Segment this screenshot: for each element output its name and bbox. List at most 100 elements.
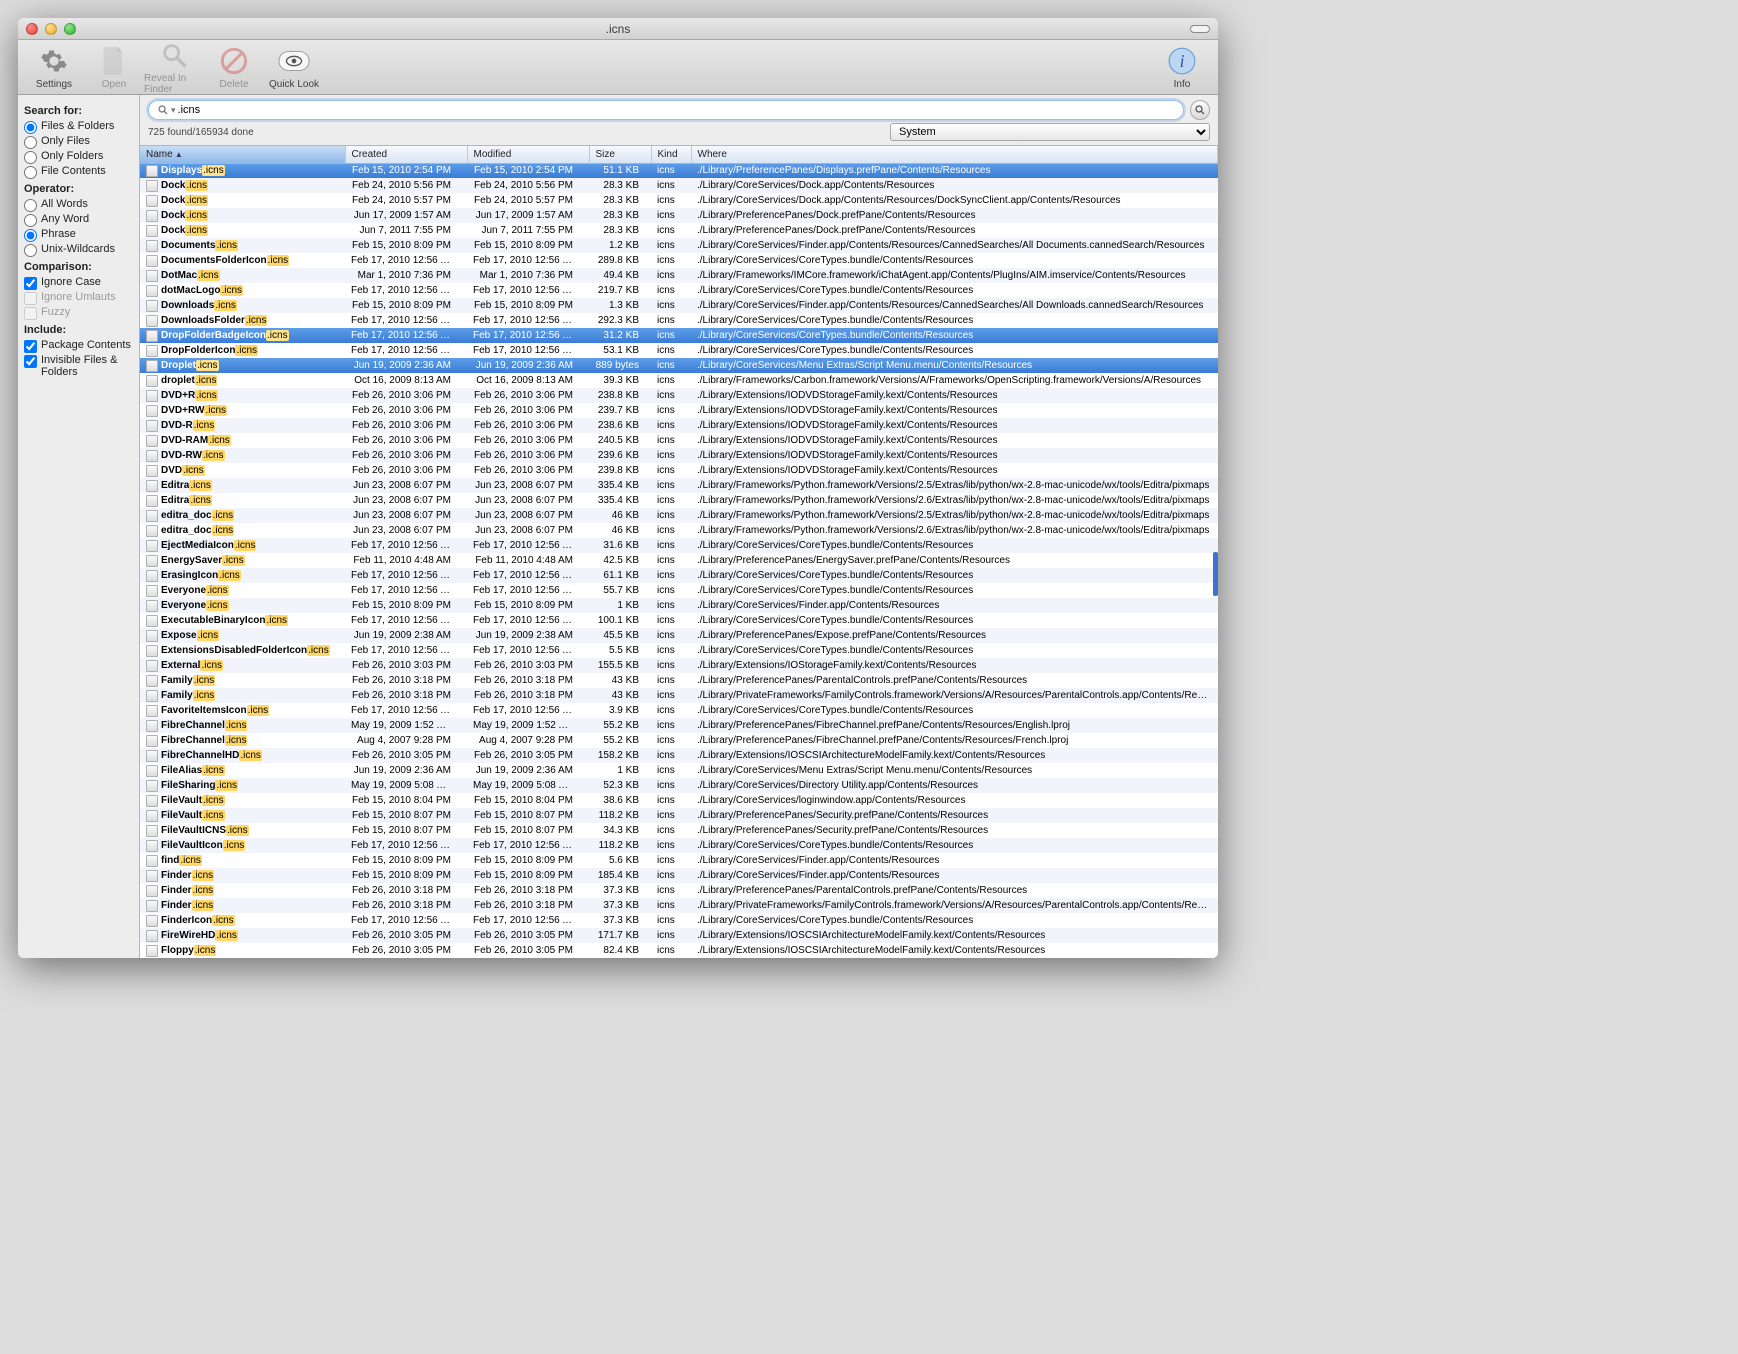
reveal-button[interactable]: Reveal In Finder <box>144 39 204 95</box>
table-row[interactable]: Everyone.icnsFeb 15, 2010 8:09 PMFeb 15,… <box>140 598 1218 613</box>
table-row[interactable]: FibreChannel.icnsMay 19, 2009 1:52 AMMay… <box>140 718 1218 733</box>
results-scroll[interactable]: Name Created Modified Size Kind Where Di… <box>140 146 1218 958</box>
toolbar-toggle-button[interactable] <box>1190 25 1210 33</box>
opt-any-word[interactable]: Any Word <box>24 213 133 227</box>
table-row[interactable]: DVD-RW.icnsFeb 26, 2010 3:06 PMFeb 26, 2… <box>140 448 1218 463</box>
quicklook-button[interactable]: Quick Look <box>264 45 324 90</box>
table-row[interactable]: DownloadsFolder.icnsFeb 17, 2010 12:56 A… <box>140 313 1218 328</box>
table-row[interactable]: FileVault.icnsFeb 15, 2010 8:07 PMFeb 15… <box>140 808 1218 823</box>
modified-cell: Jun 17, 2009 1:57 AM <box>467 208 589 223</box>
table-row[interactable]: DVD+RW.icnsFeb 26, 2010 3:06 PMFeb 26, 2… <box>140 403 1218 418</box>
table-row[interactable]: External.icnsFeb 26, 2010 3:03 PMFeb 26,… <box>140 658 1218 673</box>
table-row[interactable]: FileVault.icnsFeb 15, 2010 8:04 PMFeb 15… <box>140 793 1218 808</box>
table-row[interactable]: Editra.icnsJun 23, 2008 6:07 PMJun 23, 2… <box>140 493 1218 508</box>
table-row[interactable]: FibreChannel.icnsAug 4, 2007 9:28 PMAug … <box>140 733 1218 748</box>
settings-button[interactable]: Settings <box>24 45 84 90</box>
file-name: Editra.icns <box>161 480 212 491</box>
file-name: droplet.icns <box>161 375 217 386</box>
opt-only-files[interactable]: Only Files <box>24 135 133 149</box>
minimize-window-button[interactable] <box>45 23 57 35</box>
modified-cell: Feb 24, 2010 5:56 PM <box>467 178 589 193</box>
chk-invisible[interactable]: Invisible Files & Folders <box>24 354 133 378</box>
col-name[interactable]: Name <box>140 146 345 163</box>
kind-cell: icns <box>651 388 691 403</box>
table-row[interactable]: Finder.icnsFeb 26, 2010 3:18 PMFeb 26, 2… <box>140 898 1218 913</box>
opt-file-contents[interactable]: File Contents <box>24 165 133 179</box>
table-row[interactable]: Documents.icnsFeb 15, 2010 8:09 PMFeb 15… <box>140 238 1218 253</box>
table-row[interactable]: Finder.icnsFeb 15, 2010 8:09 PMFeb 15, 2… <box>140 868 1218 883</box>
table-row[interactable]: Droplet.icnsJun 19, 2009 2:36 AMJun 19, … <box>140 358 1218 373</box>
table-row[interactable]: DVD-RAM.icnsFeb 26, 2010 3:06 PMFeb 26, … <box>140 433 1218 448</box>
scope-select[interactable]: System <box>890 123 1210 141</box>
table-row[interactable]: Finder.icnsFeb 26, 2010 3:18 PMFeb 26, 2… <box>140 883 1218 898</box>
table-row[interactable]: FileVaultICNS.icnsFeb 15, 2010 8:07 PMFe… <box>140 823 1218 838</box>
table-row[interactable]: DocumentsFolderIcon.icnsFeb 17, 2010 12:… <box>140 253 1218 268</box>
opt-all-words[interactable]: All Words <box>24 198 133 212</box>
table-row[interactable]: editra_doc.icnsJun 23, 2008 6:07 PMJun 2… <box>140 508 1218 523</box>
col-created[interactable]: Created <box>345 146 467 163</box>
table-row[interactable]: Dock.icnsFeb 24, 2010 5:56 PMFeb 24, 201… <box>140 178 1218 193</box>
table-row[interactable]: EjectMediaIcon.icnsFeb 17, 2010 12:56 AM… <box>140 538 1218 553</box>
table-row[interactable]: Dock.icnsJun 7, 2011 7:55 PMJun 7, 2011 … <box>140 223 1218 238</box>
table-row[interactable]: editra_doc.icnsJun 23, 2008 6:07 PMJun 2… <box>140 523 1218 538</box>
search-action-button[interactable] <box>1190 100 1210 120</box>
delete-button[interactable]: Delete <box>204 45 264 90</box>
table-row[interactable]: DVD-R.icnsFeb 26, 2010 3:06 PMFeb 26, 20… <box>140 418 1218 433</box>
table-row[interactable]: droplet.icnsOct 16, 2009 8:13 AMOct 16, … <box>140 373 1218 388</box>
table-row[interactable]: FileSharing.icnsMay 19, 2009 5:08 AMMay … <box>140 778 1218 793</box>
scroll-indicator[interactable] <box>1213 552 1218 596</box>
search-field-wrap[interactable]: ▾ <box>148 100 1184 120</box>
table-row[interactable]: Downloads.icnsFeb 15, 2010 8:09 PMFeb 15… <box>140 298 1218 313</box>
col-kind[interactable]: Kind <box>651 146 691 163</box>
size-cell: 37.3 KB <box>589 913 651 928</box>
table-row[interactable]: EnergySaver.icnsFeb 11, 2010 4:48 AMFeb … <box>140 553 1218 568</box>
table-row[interactable]: DropFolderIcon.icnsFeb 17, 2010 12:56 AM… <box>140 343 1218 358</box>
table-row[interactable]: ExtensionsDisabledFolderIcon.icnsFeb 17,… <box>140 643 1218 658</box>
created-cell: May 19, 2009 5:08 AM <box>345 778 467 793</box>
table-row[interactable]: FileAlias.icnsJun 19, 2009 2:36 AMJun 19… <box>140 763 1218 778</box>
opt-only-folders[interactable]: Only Folders <box>24 150 133 164</box>
open-button[interactable]: Open <box>84 45 144 90</box>
table-row[interactable]: DVD.icnsFeb 26, 2010 3:06 PMFeb 26, 2010… <box>140 463 1218 478</box>
table-row[interactable]: DVD+R.icnsFeb 26, 2010 3:06 PMFeb 26, 20… <box>140 388 1218 403</box>
table-row[interactable]: find.icnsFeb 15, 2010 8:09 PMFeb 15, 201… <box>140 853 1218 868</box>
table-row[interactable]: FileVaultIcon.icnsFeb 17, 2010 12:56 AMF… <box>140 838 1218 853</box>
table-row[interactable]: Family.icnsFeb 26, 2010 3:18 PMFeb 26, 2… <box>140 673 1218 688</box>
table-row[interactable]: FireWireHD.icnsFeb 26, 2010 3:05 PMFeb 2… <box>140 928 1218 943</box>
table-row[interactable]: DropFolderBadgeIcon.icnsFeb 17, 2010 12:… <box>140 328 1218 343</box>
file-icon <box>146 870 158 882</box>
opt-phrase[interactable]: Phrase <box>24 228 133 242</box>
table-row[interactable]: Everyone.icnsFeb 17, 2010 12:56 AMFeb 17… <box>140 583 1218 598</box>
table-row[interactable]: Floppy.icnsFeb 26, 2010 3:05 PMFeb 26, 2… <box>140 943 1218 958</box>
table-row[interactable]: Expose.icnsJun 19, 2009 2:38 AMJun 19, 2… <box>140 628 1218 643</box>
close-window-button[interactable] <box>26 23 38 35</box>
opt-files-folders[interactable]: Files & Folders <box>24 120 133 134</box>
col-size[interactable]: Size <box>589 146 651 163</box>
col-modified[interactable]: Modified <box>467 146 589 163</box>
table-row[interactable]: FibreChannelHD.icnsFeb 26, 2010 3:05 PMF… <box>140 748 1218 763</box>
chk-package-contents[interactable]: Package Contents <box>24 339 133 353</box>
table-row[interactable]: Displays.icnsFeb 15, 2010 2:54 PMFeb 15,… <box>140 163 1218 178</box>
file-name: Displays.icns <box>161 165 225 176</box>
table-row[interactable]: Family.icnsFeb 26, 2010 3:18 PMFeb 26, 2… <box>140 688 1218 703</box>
table-row[interactable]: FavoriteItemsIcon.icnsFeb 17, 2010 12:56… <box>140 703 1218 718</box>
file-name: ExecutableBinaryIcon.icns <box>161 615 288 626</box>
table-row[interactable]: ExecutableBinaryIcon.icnsFeb 17, 2010 12… <box>140 613 1218 628</box>
col-where[interactable]: Where <box>691 146 1218 163</box>
table-row[interactable]: Dock.icnsFeb 24, 2010 5:57 PMFeb 24, 201… <box>140 193 1218 208</box>
kind-cell: icns <box>651 418 691 433</box>
info-button[interactable]: i Info <box>1152 45 1212 90</box>
table-row[interactable]: DotMac.icnsMar 1, 2010 7:36 PMMar 1, 201… <box>140 268 1218 283</box>
search-input[interactable] <box>178 104 1175 116</box>
table-row[interactable]: ErasingIcon.icnsFeb 17, 2010 12:56 AMFeb… <box>140 568 1218 583</box>
dropdown-icon[interactable]: ▾ <box>171 105 176 116</box>
table-row[interactable]: Dock.icnsJun 17, 2009 1:57 AMJun 17, 200… <box>140 208 1218 223</box>
kind-cell: icns <box>651 628 691 643</box>
opt-unix-wildcards[interactable]: Unix-Wildcards <box>24 243 133 257</box>
table-row[interactable]: FinderIcon.icnsFeb 17, 2010 12:56 AMFeb … <box>140 913 1218 928</box>
modified-cell: Feb 26, 2010 3:06 PM <box>467 418 589 433</box>
table-row[interactable]: Editra.icnsJun 23, 2008 6:07 PMJun 23, 2… <box>140 478 1218 493</box>
zoom-window-button[interactable] <box>64 23 76 35</box>
table-row[interactable]: dotMacLogo.icnsFeb 17, 2010 12:56 AMFeb … <box>140 283 1218 298</box>
chk-ignore-case[interactable]: Ignore Case <box>24 276 133 290</box>
